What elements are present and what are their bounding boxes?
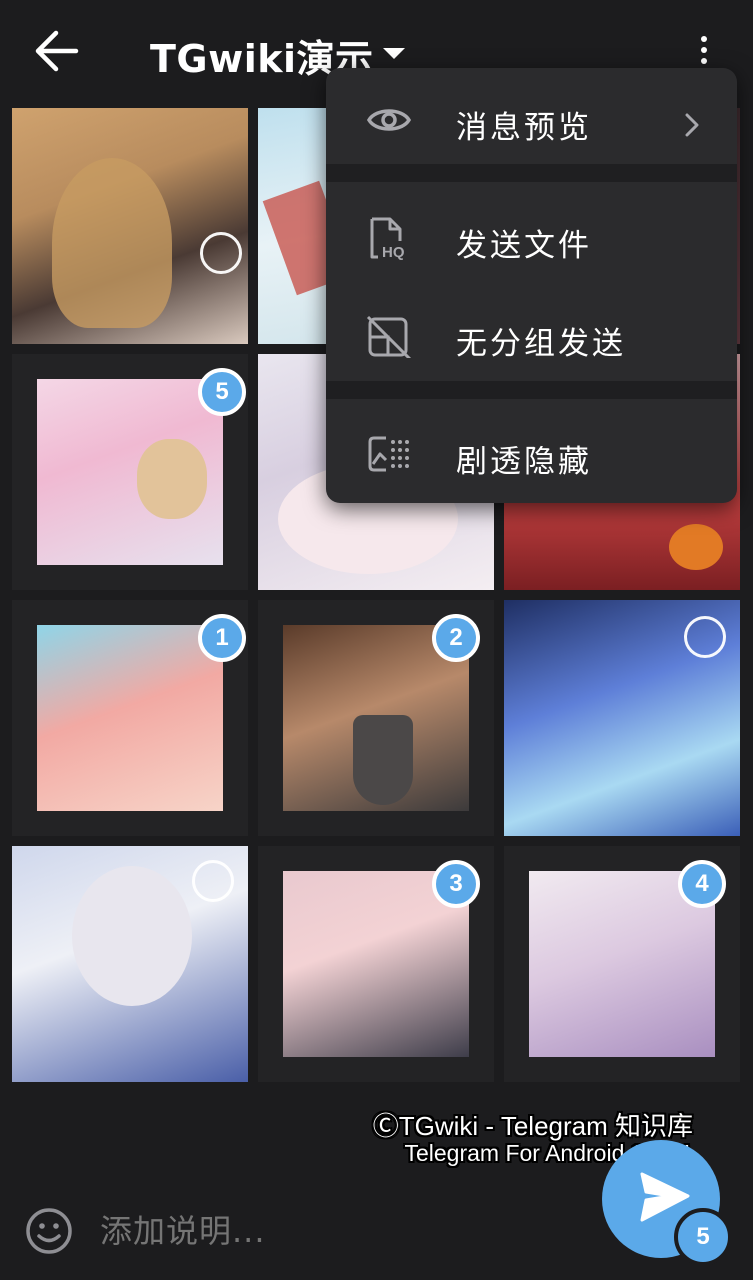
- spoiler-icon: [368, 436, 409, 472]
- file-hq-icon: HQ: [370, 217, 405, 260]
- menu-item-spoiler[interactable]: 剧透隐藏: [326, 408, 737, 498]
- photo-tile-10[interactable]: [12, 846, 248, 1082]
- menu-item-label: 消息预览: [456, 110, 592, 146]
- menu-item-send-file[interactable]: HQ 发送文件: [326, 192, 737, 282]
- photo-thumbnail: [669, 524, 723, 570]
- photo-thumbnail: [37, 625, 223, 811]
- menu-item-label: 无分组发送: [456, 326, 626, 362]
- selection-order-badge[interactable]: 2: [432, 614, 480, 662]
- selection-order-badge[interactable]: 4: [678, 860, 726, 908]
- caption-input[interactable]: [100, 1208, 580, 1254]
- photo-thumbnail: [52, 158, 172, 328]
- selected-count-badge: 5: [674, 1208, 732, 1266]
- selection-order-badge[interactable]: 3: [432, 860, 480, 908]
- chevron-right-icon: [685, 113, 699, 137]
- ungroup-icon: [366, 315, 412, 358]
- back-button[interactable]: [34, 30, 80, 72]
- svg-text:HQ: HQ: [382, 244, 405, 260]
- selection-order-badge[interactable]: 1: [198, 614, 246, 662]
- photo-tile-11[interactable]: 3: [258, 846, 494, 1082]
- eye-icon: [366, 109, 412, 131]
- photo-tile-9[interactable]: [504, 600, 740, 836]
- select-circle[interactable]: [684, 616, 726, 658]
- options-menu: 消息预览 HQ 发送文件 无分组发送 剧透隐藏: [326, 68, 737, 503]
- photo-tile-1[interactable]: [12, 108, 248, 344]
- chevron-down-icon[interactable]: [383, 48, 405, 59]
- menu-item-label: 剧透隐藏: [456, 444, 592, 480]
- emoji-button[interactable]: [24, 1206, 74, 1256]
- photo-tile-4[interactable]: 5: [12, 354, 248, 590]
- select-circle[interactable]: [192, 860, 234, 902]
- watermark-line-1: ⒸTGwiki - Telegram 知识库: [372, 1111, 693, 1141]
- emoji-icon: [26, 1208, 72, 1254]
- photo-tile-7[interactable]: 1: [12, 600, 248, 836]
- selection-order-badge[interactable]: 5: [198, 368, 246, 416]
- more-vert-icon[interactable]: [690, 32, 718, 68]
- photo-tile-8[interactable]: 2: [258, 600, 494, 836]
- menu-item-message-preview[interactable]: 消息预览: [326, 74, 737, 164]
- menu-divider: [326, 381, 737, 399]
- menu-divider: [326, 164, 737, 182]
- photo-thumbnail: [72, 866, 192, 1006]
- arrow-left-icon: [35, 30, 79, 72]
- menu-item-send-ungrouped[interactable]: 无分组发送: [326, 290, 737, 380]
- photo-thumbnail: [37, 379, 223, 565]
- photo-tile-12[interactable]: 4: [504, 846, 740, 1082]
- menu-item-label: 发送文件: [456, 228, 592, 264]
- select-circle[interactable]: [200, 232, 242, 274]
